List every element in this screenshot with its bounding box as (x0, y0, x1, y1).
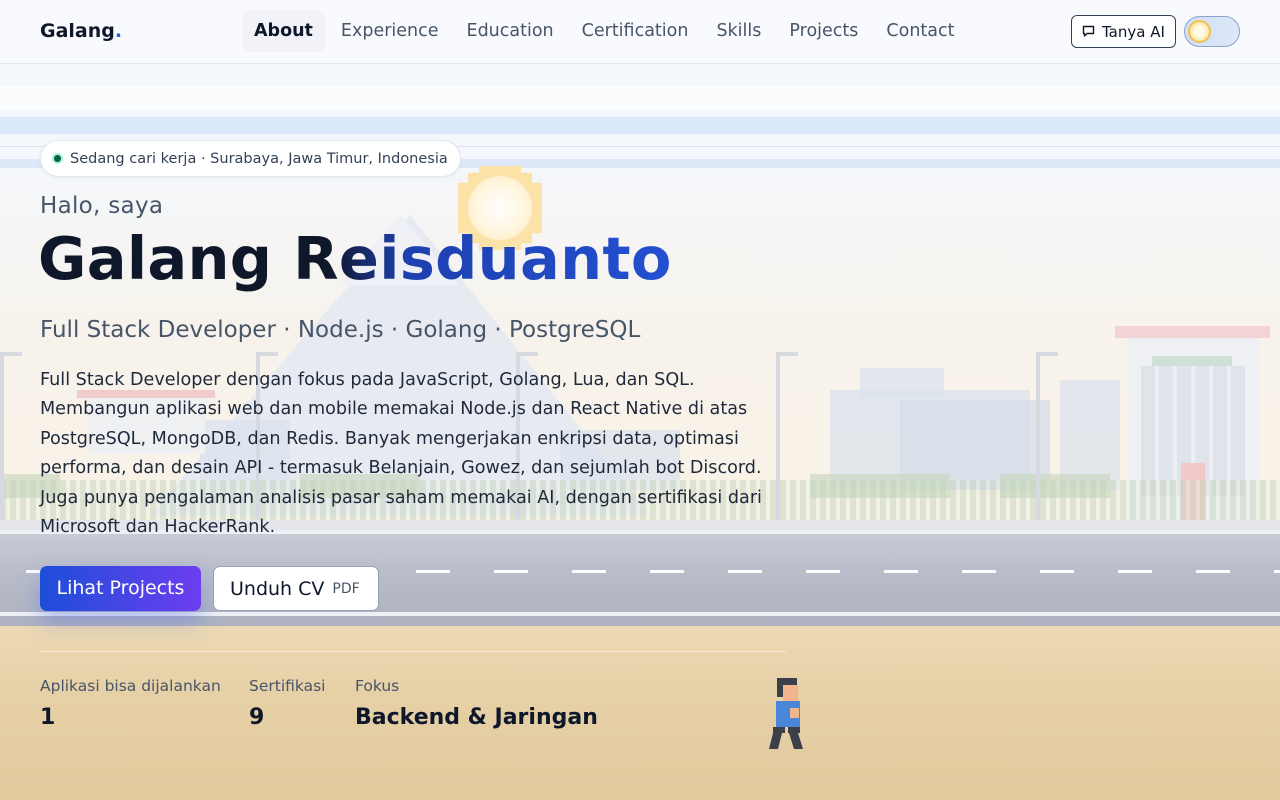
nav-item-projects[interactable]: Projects (777, 10, 870, 52)
stat-label: Sertifikasi (249, 677, 326, 695)
stat-apps: Aplikasi bisa dijalankan 1 (40, 677, 221, 730)
nav-item-education[interactable]: Education (455, 10, 566, 52)
ask-ai-button[interactable]: Tanya AI (1071, 15, 1176, 48)
greeting: Halo, saya (40, 193, 164, 219)
top-nav: Galang. About Experience Education Certi… (0, 0, 1280, 64)
status-badge: Sedang cari kerja · Surabaya, Jawa Timur… (40, 140, 461, 177)
stat-label: Aplikasi bisa dijalankan (40, 677, 221, 695)
divider (40, 651, 786, 652)
nav-item-contact[interactable]: Contact (874, 10, 966, 52)
stat-value: Backend & Jaringan (355, 705, 598, 730)
download-cv-label: Unduh CV (230, 577, 325, 600)
stat-focus: Fokus Backend & Jaringan (355, 677, 598, 730)
stat-certifications: Sertifikasi 9 (249, 677, 325, 730)
view-projects-button[interactable]: Lihat Projects (40, 566, 201, 611)
tagline: Full Stack Developer · Node.js · Golang … (40, 317, 641, 343)
stat-value: 1 (40, 705, 56, 730)
chat-bubble-icon (1082, 25, 1095, 37)
pdf-tag: PDF (332, 580, 360, 597)
ask-ai-label: Tanya AI (1102, 22, 1165, 41)
stat-label: Fokus (355, 677, 400, 695)
theme-toggle[interactable] (1184, 16, 1240, 47)
page-title: Galang Reisduanto (38, 224, 672, 293)
bio-paragraph: Full Stack Developer dengan fokus pada J… (40, 370, 762, 538)
nav-item-about[interactable]: About (242, 10, 325, 52)
brand-logo[interactable]: Galang. (40, 20, 122, 42)
nav-item-experience[interactable]: Experience (329, 10, 451, 52)
nav-item-certification[interactable]: Certification (570, 10, 701, 52)
status-text: Sedang cari kerja · Surabaya, Jawa Timur… (70, 150, 448, 167)
nav-item-skills[interactable]: Skills (704, 10, 773, 52)
nav-menu: About Experience Education Certification… (242, 10, 970, 52)
pixel-character-icon (769, 678, 803, 749)
status-dot-icon (52, 153, 63, 164)
stat-value: 9 (249, 705, 265, 730)
sun-icon (1188, 20, 1211, 43)
download-cv-button[interactable]: Unduh CV PDF (213, 566, 379, 611)
hero-section: Sedang cari kerja · Surabaya, Jawa Timur… (0, 0, 1280, 800)
